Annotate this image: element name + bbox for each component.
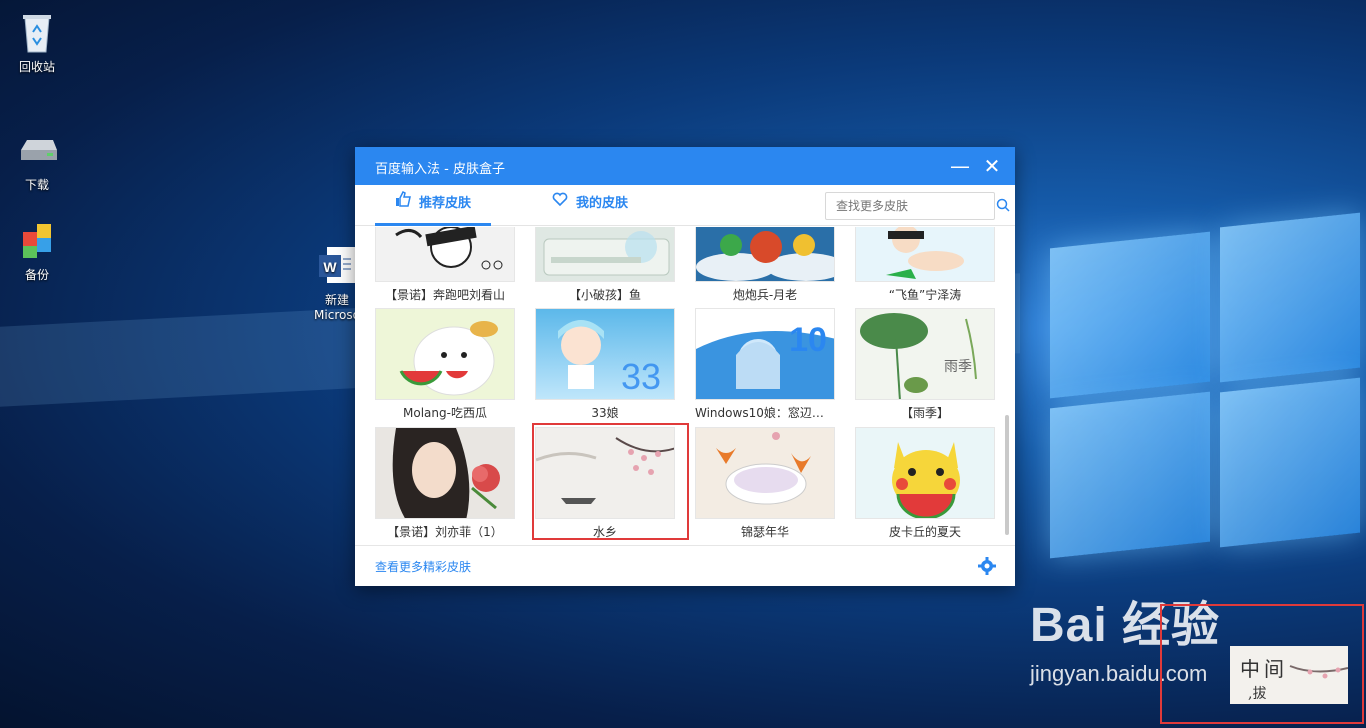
skin-label: “飞鱼”宁泽涛 — [888, 288, 962, 302]
skin-thumbnail — [695, 227, 835, 282]
skin-card[interactable]: 33 33娘 — [535, 308, 675, 426]
desktop-icon-label: 回收站 — [18, 60, 55, 74]
gear-icon[interactable] — [977, 556, 997, 576]
skin-label: 【雨季】 — [900, 406, 949, 420]
desktop-icon-backup[interactable]: 备份 — [2, 218, 72, 283]
skin-thumbnail: 10 — [695, 308, 835, 400]
skin-preview-image: 中间 ,拔 — [1230, 646, 1348, 704]
desktop-icon-download[interactable]: 下载 — [2, 128, 72, 193]
drive-icon — [15, 128, 59, 172]
word-document-icon: W — [315, 229, 359, 283]
search-input[interactable] — [826, 199, 996, 213]
windows-logo — [1020, 212, 1360, 560]
skin-label: 【景诺】奔跑吧刘看山 — [384, 288, 505, 302]
skin-label: 33娘 — [591, 406, 619, 420]
svg-text:10: 10 — [789, 321, 827, 359]
backup-icon — [15, 218, 59, 262]
skin-thumbnail — [375, 308, 515, 400]
more-skins-link[interactable]: 查看更多精彩皮肤 — [375, 558, 471, 575]
skin-thumbnail — [855, 427, 995, 519]
tab-label: 推荐皮肤 — [419, 196, 472, 211]
svg-text:间: 间 — [1264, 657, 1284, 681]
window-footer: 查看更多精彩皮肤 — [355, 545, 1015, 586]
skin-card[interactable]: 锦瑟年华 — [695, 427, 835, 545]
desktop-icon-label: 下载 — [24, 178, 49, 192]
skin-card[interactable]: Molang-吃西瓜 — [375, 308, 515, 426]
skin-label: Windows10娘：窓辺とおか — [695, 406, 835, 420]
skin-card[interactable]: 【景诺】刘亦菲（1） — [375, 427, 515, 545]
skin-thumbnail — [855, 227, 995, 282]
skin-thumbnail — [695, 427, 835, 519]
skin-label: 【小破孩】鱼 — [568, 288, 641, 302]
desktop-icon-label: 备份 — [24, 268, 49, 282]
search-box — [825, 192, 1010, 220]
svg-text:33: 33 — [621, 356, 661, 397]
search-icon[interactable] — [996, 197, 1018, 216]
close-button[interactable]: ✕ — [979, 153, 1005, 179]
tab-recommended-skins[interactable]: 推荐皮肤 — [375, 185, 492, 226]
svg-text:中: 中 — [1240, 657, 1260, 681]
thumbs-up-icon — [395, 185, 411, 223]
svg-text:,拔: ,拔 — [1248, 686, 1266, 702]
skin-card[interactable]: 皮卡丘的夏天 — [855, 427, 995, 545]
skin-label: 炮炮兵-月老 — [732, 288, 798, 302]
skin-thumbnail — [375, 227, 515, 282]
tab-my-skins[interactable]: 我的皮肤 — [552, 185, 628, 223]
skin-thumbnail: 雨季 — [855, 308, 995, 400]
recycle-bin-icon — [15, 10, 59, 54]
desktop-icon-recycle-bin[interactable]: 回收站 — [2, 10, 72, 75]
skin-label: 【景诺】刘亦菲（1） — [387, 525, 503, 539]
skin-label: 皮卡丘的夏天 — [888, 525, 961, 539]
svg-text:雨季: 雨季 — [944, 359, 972, 375]
tab-bar: 推荐皮肤 我的皮肤 — [355, 185, 1015, 226]
title-bar: 百度输入法 - 皮肤盒子 — ✕ — [355, 147, 1015, 185]
skin-card[interactable]: 10 Windows10娘：窓辺とおか — [695, 308, 835, 426]
skin-card[interactable]: 雨季 【雨季】 — [855, 308, 995, 426]
selected-skin-highlight — [532, 423, 689, 540]
svg-text:W: W — [323, 259, 337, 275]
window-title: 百度输入法 - 皮肤盒子 — [375, 162, 505, 177]
scrollbar-thumb[interactable] — [1005, 415, 1009, 535]
skin-label: 锦瑟年华 — [740, 525, 789, 539]
minimize-button[interactable]: — — [947, 153, 973, 179]
skin-thumbnail — [535, 227, 675, 282]
skin-thumbnail — [375, 427, 515, 519]
heart-icon — [552, 185, 568, 223]
skin-label: Molang-吃西瓜 — [403, 406, 487, 420]
skin-thumbnail: 33 — [535, 308, 675, 400]
tab-label: 我的皮肤 — [576, 196, 629, 211]
